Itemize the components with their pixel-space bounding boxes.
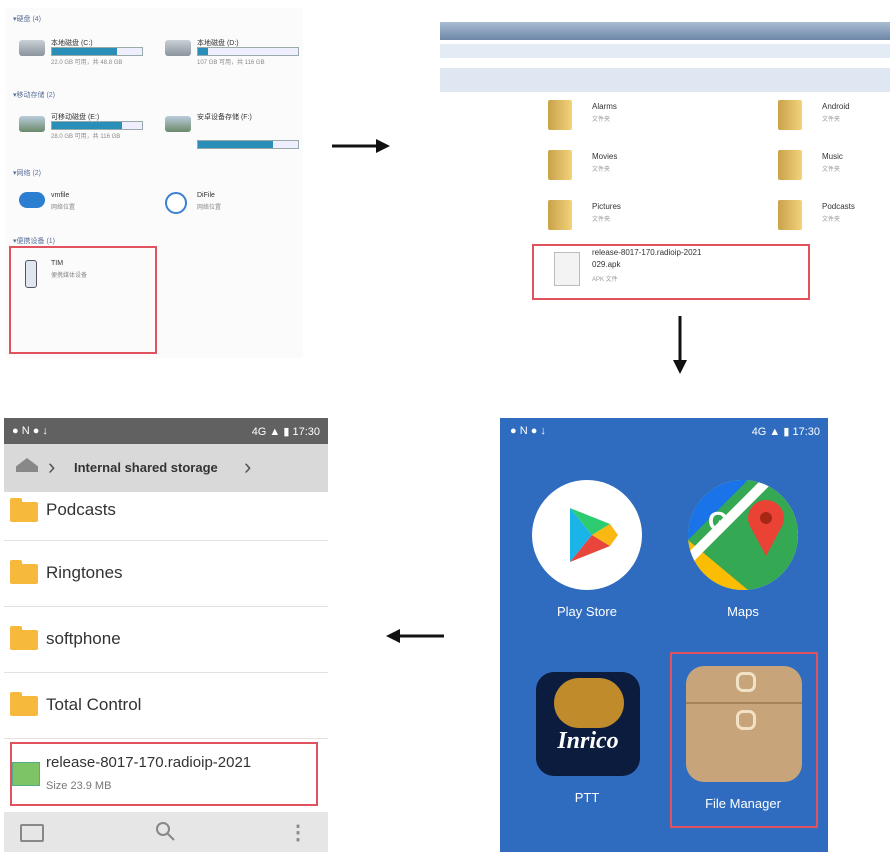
- explorer-folder-panel: Alarms 文件夹 Android 文件夹 Movies 文件夹 Music …: [440, 8, 890, 308]
- folder-icon: [548, 100, 572, 130]
- removable-drive-icon: [165, 116, 191, 132]
- arrow-right-icon: [332, 139, 390, 153]
- folder-type: 文件夹: [822, 167, 841, 173]
- inrico-logo: Inrico: [557, 728, 619, 754]
- folder-icon: [10, 560, 38, 584]
- removable-drive-icon: [19, 116, 45, 132]
- list-item[interactable]: Total Control: [4, 672, 328, 739]
- phone-file-manager-panel: ● N ● ↓ 4G ▲ ▮ 17:30 › Internal shared s…: [4, 418, 328, 852]
- play-store-icon: [570, 508, 618, 562]
- section-portable: ▾便携设备 (1): [13, 238, 56, 245]
- address-bar: [440, 68, 890, 92]
- android-home-panel: ● N ● ↓ 4G ▲ ▮ 17:30 Play Store G Maps I…: [500, 418, 828, 852]
- maps-label: Maps: [727, 604, 759, 619]
- section-network: ▾网络 (2): [13, 170, 42, 177]
- folder-icon: [10, 498, 38, 522]
- maps-app[interactable]: G: [688, 480, 798, 590]
- highlight-box: [10, 742, 318, 806]
- folder-podcasts[interactable]: Podcasts: [822, 202, 855, 211]
- chevron-right-icon: ›: [244, 454, 252, 479]
- folder-icon: [778, 200, 802, 230]
- status-icons: ● N ● ↓: [510, 425, 546, 437]
- more-options-icon[interactable]: ⋮: [288, 820, 308, 845]
- status-time: 4G ▲ ▮ 17:30: [751, 426, 820, 438]
- breadcrumb[interactable]: Internal shared storage: [74, 460, 218, 475]
- globe-graphic: [554, 678, 624, 728]
- highlight-box: [532, 244, 810, 300]
- list-item[interactable]: Ringtones: [4, 540, 328, 607]
- folder-icon: [548, 200, 572, 230]
- folder-type: 文件夹: [822, 117, 841, 123]
- drive-e[interactable]: 可移动磁盘 (E:) 28.0 GB 可用，共 116 GB: [19, 112, 159, 152]
- explorer-panel: ▾硬盘 (4) 本地磁盘 (C:) 22.0 GB 可用，共 48.8 GB 本…: [5, 8, 303, 358]
- search-icon[interactable]: [154, 820, 176, 842]
- cloud-icon: [19, 192, 45, 208]
- network-icon: [165, 192, 187, 214]
- folder-type: 文件夹: [592, 217, 611, 223]
- ptt-label: PTT: [574, 790, 600, 805]
- status-bar: ● N ● ↓ 4G ▲ ▮ 17:30: [500, 418, 828, 444]
- folder-icon: [778, 150, 802, 180]
- section-hard-disks: ▾硬盘 (4): [13, 16, 42, 23]
- status-icons: ● N ● ↓: [12, 425, 48, 437]
- svg-text:G: G: [708, 506, 728, 536]
- status-time: 4G ▲ ▮ 17:30: [251, 426, 320, 438]
- maps-icon: G: [688, 480, 798, 590]
- list-item[interactable]: Podcasts: [4, 492, 328, 541]
- folder-icon: [548, 150, 572, 180]
- folder-android[interactable]: Android: [822, 102, 850, 111]
- folder-icon: [10, 692, 38, 716]
- folder-icon: [778, 100, 802, 130]
- drive-d[interactable]: 本地磁盘 (D:) 107 GB 可用，共 116 GB: [165, 38, 303, 68]
- drive-c[interactable]: 本地磁盘 (C:) 22.0 GB 可用，共 48.8 GB: [19, 38, 159, 68]
- bottom-toolbar: ⋮: [4, 812, 328, 852]
- arrow-left-icon: [386, 629, 444, 643]
- arrow-down-icon: [673, 316, 687, 374]
- toolbar: [440, 44, 890, 58]
- folder-music[interactable]: Music: [822, 152, 843, 161]
- chevron-right-icon: ›: [48, 454, 56, 479]
- multi-select-icon[interactable]: [20, 824, 44, 842]
- folder-icon: [10, 626, 38, 650]
- network-difile[interactable]: DiFile 网络位置: [165, 192, 303, 222]
- highlight-box: [9, 246, 157, 354]
- play-store-app[interactable]: [532, 480, 642, 590]
- drive-f[interactable]: 安卓设备存储 (F:): [165, 112, 303, 152]
- folder-type: 文件夹: [592, 167, 611, 173]
- folder-type: 文件夹: [822, 217, 841, 223]
- highlight-box: [670, 652, 818, 828]
- network-vmfile[interactable]: vmfile 网络位置: [19, 192, 159, 222]
- folder-pictures[interactable]: Pictures: [592, 202, 621, 211]
- folder-alarms[interactable]: Alarms: [592, 102, 617, 111]
- home-icon[interactable]: [16, 458, 38, 472]
- folder-movies[interactable]: Movies: [592, 152, 617, 161]
- section-removable: ▾移动存储 (2): [13, 92, 56, 99]
- play-store-label: Play Store: [557, 604, 617, 619]
- list-item[interactable]: softphone: [4, 606, 328, 673]
- breadcrumb-bar: › Internal shared storage ›: [4, 444, 328, 492]
- ptt-app[interactable]: Inrico: [536, 672, 640, 776]
- hard-drive-icon: [165, 40, 191, 56]
- title-bar: [440, 22, 890, 40]
- status-bar: ● N ● ↓ 4G ▲ ▮ 17:30: [4, 418, 328, 444]
- folder-type: 文件夹: [592, 117, 611, 123]
- hard-drive-icon: [19, 40, 45, 56]
